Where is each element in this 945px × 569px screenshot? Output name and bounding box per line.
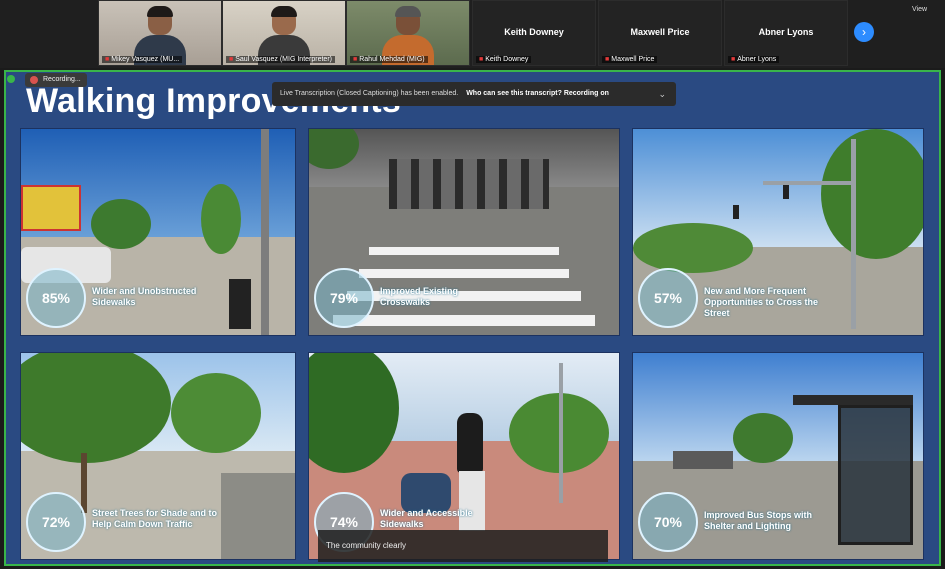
participant-display-name: Maxwell Price bbox=[630, 27, 690, 37]
participant-name: ■ Maxwell Price bbox=[602, 56, 658, 63]
view-button[interactable]: View bbox=[912, 6, 927, 13]
chevron-down-icon[interactable]: ⌄ bbox=[658, 82, 666, 106]
stat-circle: 70% bbox=[638, 492, 698, 552]
mic-muted-icon: ■ bbox=[229, 56, 234, 63]
participant-tile[interactable]: Keith Downey ■ Keith Downey bbox=[472, 0, 596, 66]
mic-muted-icon: ■ bbox=[105, 56, 110, 63]
participant-name: ■ Keith Downey bbox=[476, 56, 532, 63]
mic-muted-icon: ■ bbox=[731, 56, 736, 63]
participant-display-name: Keith Downey bbox=[504, 27, 564, 37]
stat-label: Wider and Unobstructed Sidewalks bbox=[92, 286, 197, 307]
participant-tile[interactable]: ■ Saul Vasquez (MIG Interpreter) bbox=[222, 0, 346, 66]
participant-name: ■ Rahul Mehdad (MIG) bbox=[350, 56, 428, 63]
live-caption: The community clearly bbox=[318, 530, 608, 562]
share-indicator-icon bbox=[7, 75, 15, 83]
mic-muted-icon: ■ bbox=[605, 56, 610, 63]
participant-tile[interactable]: Abner Lyons ■ Abner Lyons bbox=[724, 0, 848, 66]
stat-circle: 85% bbox=[26, 268, 86, 328]
stat-circle: 79% bbox=[314, 268, 374, 328]
transcript-info-link[interactable]: Who can see this transcript? Recording o… bbox=[466, 90, 609, 97]
stat-circle: 72% bbox=[26, 492, 86, 552]
transcription-banner[interactable]: Live Transcription (Closed Captioning) h… bbox=[272, 82, 676, 106]
participant-display-name: Abner Lyons bbox=[758, 27, 814, 37]
participant-tile[interactable]: ■ Rahul Mehdad (MIG) bbox=[346, 0, 470, 66]
stat-label: New and More Frequent Opportunities to C… bbox=[704, 286, 819, 318]
next-participants-button[interactable]: › bbox=[854, 22, 874, 42]
mic-muted-icon: ■ bbox=[353, 56, 358, 63]
participant-name: ■ Abner Lyons bbox=[728, 56, 780, 63]
transcription-notice: Live Transcription (Closed Captioning) h… bbox=[280, 90, 459, 97]
zoom-meeting-window: ■ Mikey Vasquez (MU... ■ Saul Vasquez (MIG… bbox=[0, 0, 945, 569]
stat-label: Improved Bus Stops with Shelter and Ligh… bbox=[704, 510, 813, 531]
stat-label: Wider and Accessible Sidewalks bbox=[380, 508, 473, 529]
participant-name: ■ Mikey Vasquez (MU... bbox=[102, 56, 183, 63]
participant-tile[interactable]: Maxwell Price ■ Maxwell Price bbox=[598, 0, 722, 66]
stat-label: Street Trees for Shade and to Help Calm … bbox=[92, 508, 218, 529]
participant-tile[interactable]: ■ Mikey Vasquez (MU... bbox=[98, 0, 222, 66]
mic-muted-icon: ■ bbox=[479, 56, 484, 63]
stat-circle: 57% bbox=[638, 268, 698, 328]
stat-label: Improved Existing Crosswalks bbox=[380, 286, 459, 307]
participant-strip: ■ Mikey Vasquez (MU... ■ Saul Vasquez (MIG… bbox=[0, 0, 945, 68]
participant-name: ■ Saul Vasquez (MIG Interpreter) bbox=[226, 56, 335, 63]
